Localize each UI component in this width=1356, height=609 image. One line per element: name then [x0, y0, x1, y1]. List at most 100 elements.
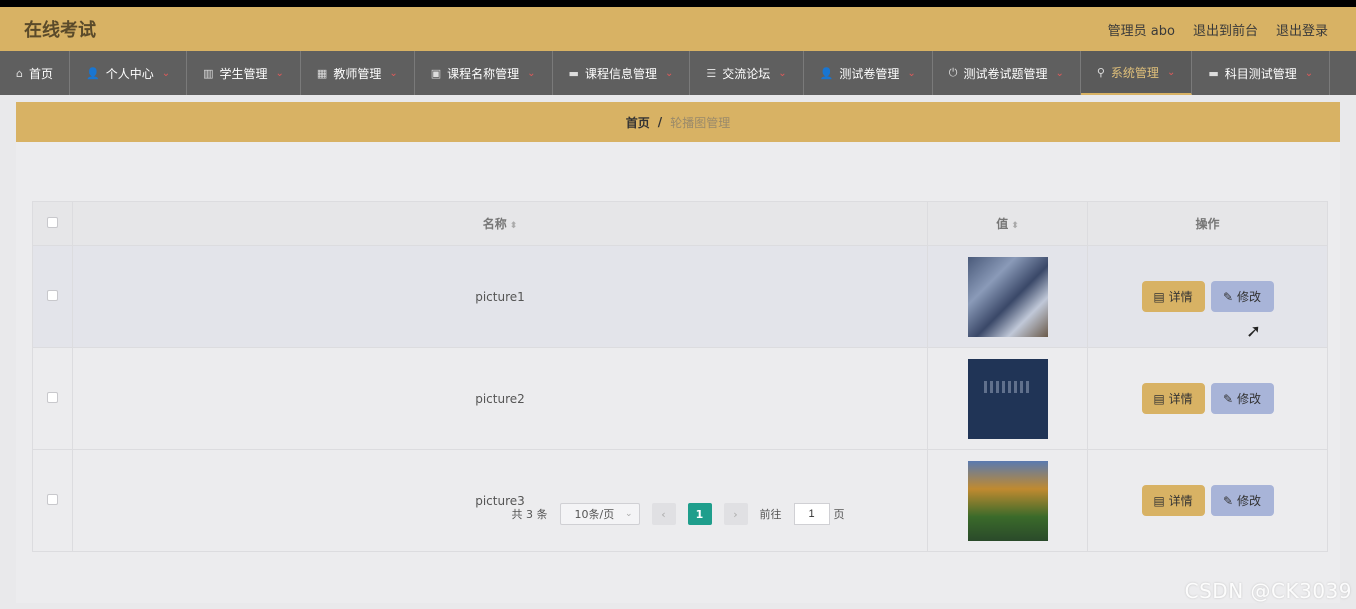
table-row: picture2 ▤ 详情 ✎ 修改 [32, 347, 1328, 450]
nav-item-1[interactable]: 👤 个人中心 ⌄ [70, 51, 188, 95]
chevron-down-icon: ⌄ [778, 67, 787, 79]
select-all-cell [32, 201, 73, 246]
page-size-select[interactable]: 10条/页 ⌄ [559, 503, 640, 525]
goto-prefix: 前往 [759, 508, 782, 521]
nav-item-label: 测试卷试题管理 [963, 66, 1048, 81]
column-name-header[interactable]: 名称 ⬍ [72, 201, 928, 246]
edit-button-label: 修改 [1237, 392, 1262, 406]
row-name-cell: picture3 [72, 449, 928, 552]
nav-item-label: 科目测试管理 [1224, 66, 1297, 81]
sort-icon[interactable]: ⬍ [510, 221, 518, 231]
detail-button-label: 详情 [1168, 290, 1193, 304]
pagination: 共 3 条 10条/页 ⌄ ‹ 1 › 前往 页 [16, 503, 1340, 525]
row-name-cell: picture2 [72, 347, 928, 450]
nav-item-6[interactable]: ☰ 交流论坛 ⌄ [690, 51, 804, 95]
column-name-label: 名称 [482, 217, 507, 231]
nav-item-5[interactable]: ▬ 课程信息管理 ⌄ [553, 51, 691, 95]
pencil-icon: ✎ [1222, 391, 1234, 406]
row-name-cell: picture1 [72, 245, 928, 348]
watermark: CSDN @CK3039 [1184, 579, 1352, 603]
row-value-cell [927, 347, 1088, 450]
monitor-icon: ▬ [568, 66, 579, 80]
document-icon: ▤ [1153, 391, 1165, 406]
document-icon: ▤ [1153, 289, 1165, 304]
breadcrumb-current: 轮播图管理 [670, 115, 731, 130]
goto-suffix: 页 [833, 508, 845, 521]
detail-button-label: 详情 [1168, 392, 1193, 406]
chevron-down-icon: ⌄ [907, 67, 916, 79]
nav-item-label: 测试卷管理 [839, 66, 900, 81]
bar-chart-icon: ▥ [203, 66, 214, 80]
edit-button[interactable]: ✎ 修改 [1210, 281, 1274, 312]
breadcrumb-separator: / [657, 115, 663, 129]
row-value-cell [927, 449, 1088, 552]
breadcrumb-home[interactable]: 首页 [626, 114, 650, 131]
nav-item-10[interactable]: ▬ 科目测试管理 ⌄ [1192, 51, 1331, 95]
sort-icon[interactable]: ⬍ [1011, 221, 1019, 231]
to-front-link[interactable]: 退出到前台 [1193, 20, 1258, 39]
goto-page-input[interactable] [793, 503, 830, 525]
edit-button[interactable]: ✎ 修改 [1210, 383, 1274, 414]
pencil-icon: ✎ [1222, 289, 1234, 304]
chevron-down-icon: ⌄ [1166, 66, 1176, 78]
row-actions-cell: ▤ 详情 ✎ 修改 [1087, 347, 1328, 450]
power-icon: ⏻ [948, 66, 958, 79]
carousel-table: 名称 ⬍ 值 ⬍ 操作 picture1 ▤ 详情 ✎ 修改 picture2 ▤ 详情 ✎ 修改 pi… [32, 201, 1328, 552]
row-checkbox[interactable] [47, 391, 58, 403]
chevron-down-icon: ⌄ [389, 67, 398, 79]
nav-item-label: 个人中心 [105, 66, 154, 81]
clipboard-icon: ▣ [430, 66, 442, 80]
page-1-button[interactable]: 1 [687, 503, 712, 525]
detail-button[interactable]: ▤ 详情 [1141, 281, 1205, 312]
row-select-cell [32, 245, 73, 348]
row-thumbnail-image[interactable] [967, 256, 1048, 337]
table-header-row: 名称 ⬍ 值 ⬍ 操作 [32, 201, 1328, 246]
nav-item-label: 课程名称管理 [447, 66, 520, 81]
page-size-value: 10条/页 [574, 508, 615, 521]
nav-item-label: 学生管理 [219, 66, 268, 81]
nav-item-7[interactable]: 👤 测试卷管理 ⌄ [804, 51, 933, 95]
row-value-cell [927, 245, 1088, 348]
row-checkbox[interactable] [47, 289, 58, 301]
admin-user-label: 管理员 abo [1107, 23, 1175, 39]
chevron-down-icon: ⌄ [161, 67, 171, 79]
column-value-label: 值 [996, 217, 1009, 231]
nav-item-label: 首页 [28, 66, 53, 81]
chevron-down-icon: ⌄ [1304, 67, 1314, 79]
chevron-down-icon: ⌄ [1055, 67, 1064, 79]
mouse-cursor-icon: ➚ [1246, 321, 1262, 342]
chevron-down-icon: ⌄ [275, 67, 284, 79]
table-row: picture3 ▤ 详情 ✎ 修改 [32, 449, 1328, 552]
row-thumbnail-image[interactable] [967, 460, 1048, 541]
content-area: 名称 ⬍ 值 ⬍ 操作 picture1 ▤ 详情 ✎ 修改 picture2 ▤ 详情 ✎ 修改 pi… [16, 142, 1340, 603]
chevron-down-icon: ⌄ [527, 67, 536, 79]
logout-link[interactable]: 退出登录 [1276, 20, 1328, 39]
main-nav: ⌂ 首页 👤 个人中心 ⌄ ▥ 学生管理 ⌄ ▦ 教师管理 ⌄ ▣ 课程名称管理 ⌄ ▬ 课程信息管理 ⌄ ☰ 交流… [0, 51, 1356, 95]
prev-page-button[interactable]: ‹ [651, 503, 676, 525]
column-actions-label: 操作 [1195, 217, 1220, 231]
home-icon: ⌂ [16, 66, 23, 80]
row-thumbnail-image[interactable] [967, 358, 1048, 439]
column-value-header[interactable]: 值 ⬍ [927, 201, 1088, 246]
detail-button[interactable]: ▤ 详情 [1141, 383, 1205, 414]
table-row: picture1 ▤ 详情 ✎ 修改 [32, 245, 1328, 348]
grid-icon: ▦ [316, 66, 328, 80]
nav-item-label: 教师管理 [333, 66, 382, 81]
pager-total: 共 3 条 [511, 508, 548, 521]
nav-item-3[interactable]: ▦ 教师管理 ⌄ [301, 51, 415, 95]
header-links: 管理员 abo 退出到前台 退出登录 [1108, 20, 1328, 39]
row-name: picture2 [475, 391, 525, 406]
nav-item-8[interactable]: ⏻ 测试卷试题管理 ⌄ [933, 51, 1081, 95]
bell-icon: ⚲ [1096, 65, 1105, 79]
nav-item-0[interactable]: ⌂ 首页 [0, 51, 70, 95]
row-name: picture1 [475, 289, 525, 304]
chevron-down-icon: ⌄ [664, 67, 674, 79]
nav-item-4[interactable]: ▣ 课程名称管理 ⌄ [415, 51, 553, 95]
nav-item-9[interactable]: ⚲ 系统管理 ⌄ [1080, 51, 1193, 95]
user-icon: 👤 [86, 66, 100, 80]
next-page-button[interactable]: › [723, 503, 748, 525]
row-select-cell [32, 347, 73, 450]
select-all-checkbox[interactable] [47, 216, 58, 228]
nav-item-2[interactable]: ▥ 学生管理 ⌄ [187, 51, 301, 95]
app-header: 在线考试 管理员 abo 退出到前台 退出登录 [0, 7, 1356, 51]
